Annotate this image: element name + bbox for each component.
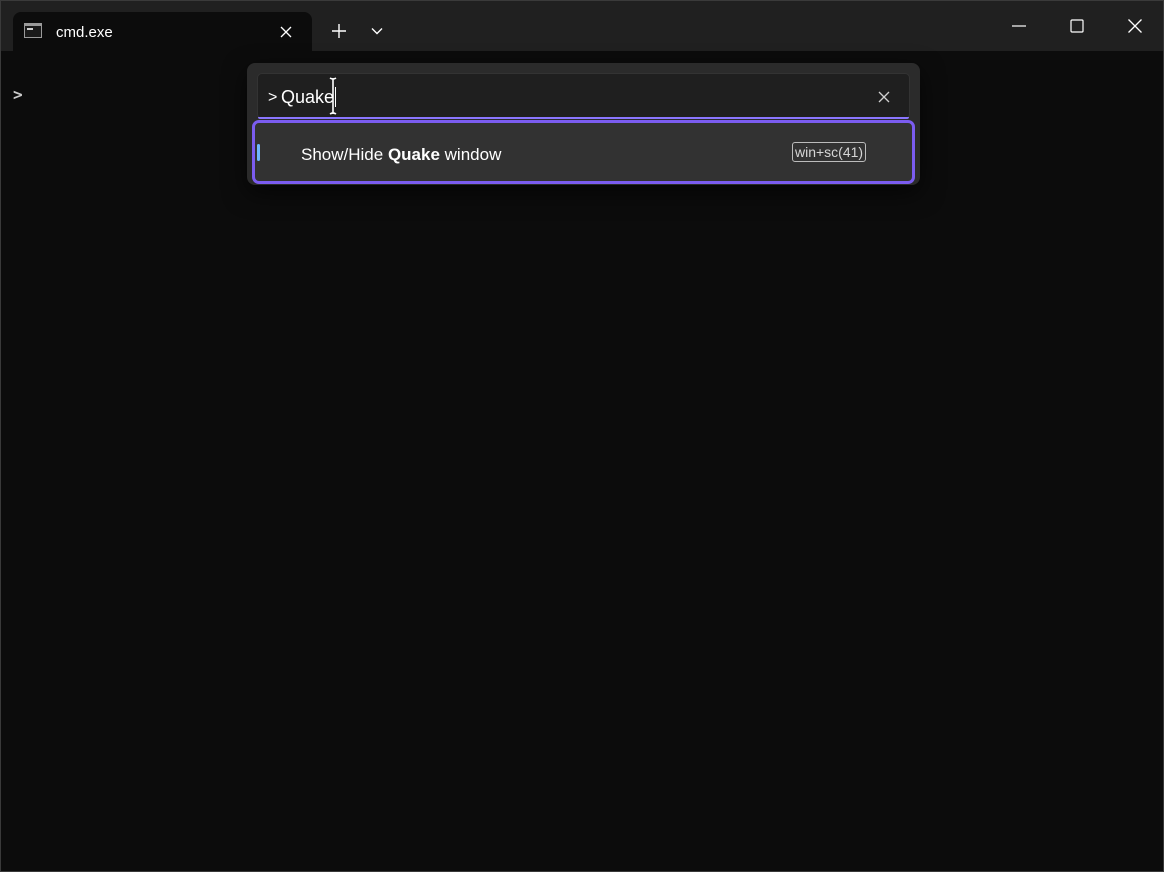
console-icon bbox=[24, 23, 42, 38]
plus-icon bbox=[332, 24, 346, 38]
command-results-list: Show/Hide Quake window win+sc(41) bbox=[252, 120, 915, 184]
text-cursor-icon bbox=[329, 77, 337, 115]
tab-title: cmd.exe bbox=[56, 24, 113, 41]
command-label-suffix: window bbox=[439, 145, 502, 164]
title-bar: cmd.exe bbox=[1, 1, 1163, 52]
clear-search-button[interactable] bbox=[875, 88, 893, 106]
terminal-prompt: > bbox=[13, 85, 23, 104]
close-icon bbox=[878, 91, 890, 103]
command-label-match: Quake bbox=[387, 145, 440, 164]
tab-cmd[interactable]: cmd.exe bbox=[13, 12, 312, 52]
chevron-down-icon bbox=[371, 28, 383, 35]
command-label: Show/Hide Quake window bbox=[301, 145, 501, 165]
tab-dropdown-button[interactable] bbox=[361, 15, 393, 47]
close-window-button[interactable] bbox=[1106, 1, 1163, 51]
close-icon bbox=[280, 26, 292, 38]
command-result-item[interactable]: Show/Hide Quake window win+sc(41) bbox=[252, 120, 915, 184]
minimize-button[interactable] bbox=[990, 1, 1048, 51]
terminal-window: cmd.exe > > Quake Show/Hide Quake window… bbox=[0, 0, 1164, 872]
close-icon bbox=[1128, 19, 1142, 33]
new-tab-button[interactable] bbox=[323, 15, 355, 47]
command-mode-prefix: > bbox=[268, 89, 278, 106]
search-focus-underline bbox=[258, 117, 909, 119]
command-palette: > Quake Show/Hide Quake window win+sc(41… bbox=[247, 63, 920, 185]
maximize-icon bbox=[1070, 19, 1084, 33]
minimize-icon bbox=[1012, 25, 1026, 27]
tab-close-button[interactable] bbox=[277, 23, 295, 41]
command-label-prefix: Show/Hide bbox=[301, 145, 388, 164]
selection-indicator bbox=[257, 144, 260, 161]
keychord-badge: win+sc(41) bbox=[792, 142, 867, 162]
command-palette-search-input[interactable]: > Quake bbox=[257, 73, 910, 119]
maximize-button[interactable] bbox=[1048, 1, 1106, 51]
